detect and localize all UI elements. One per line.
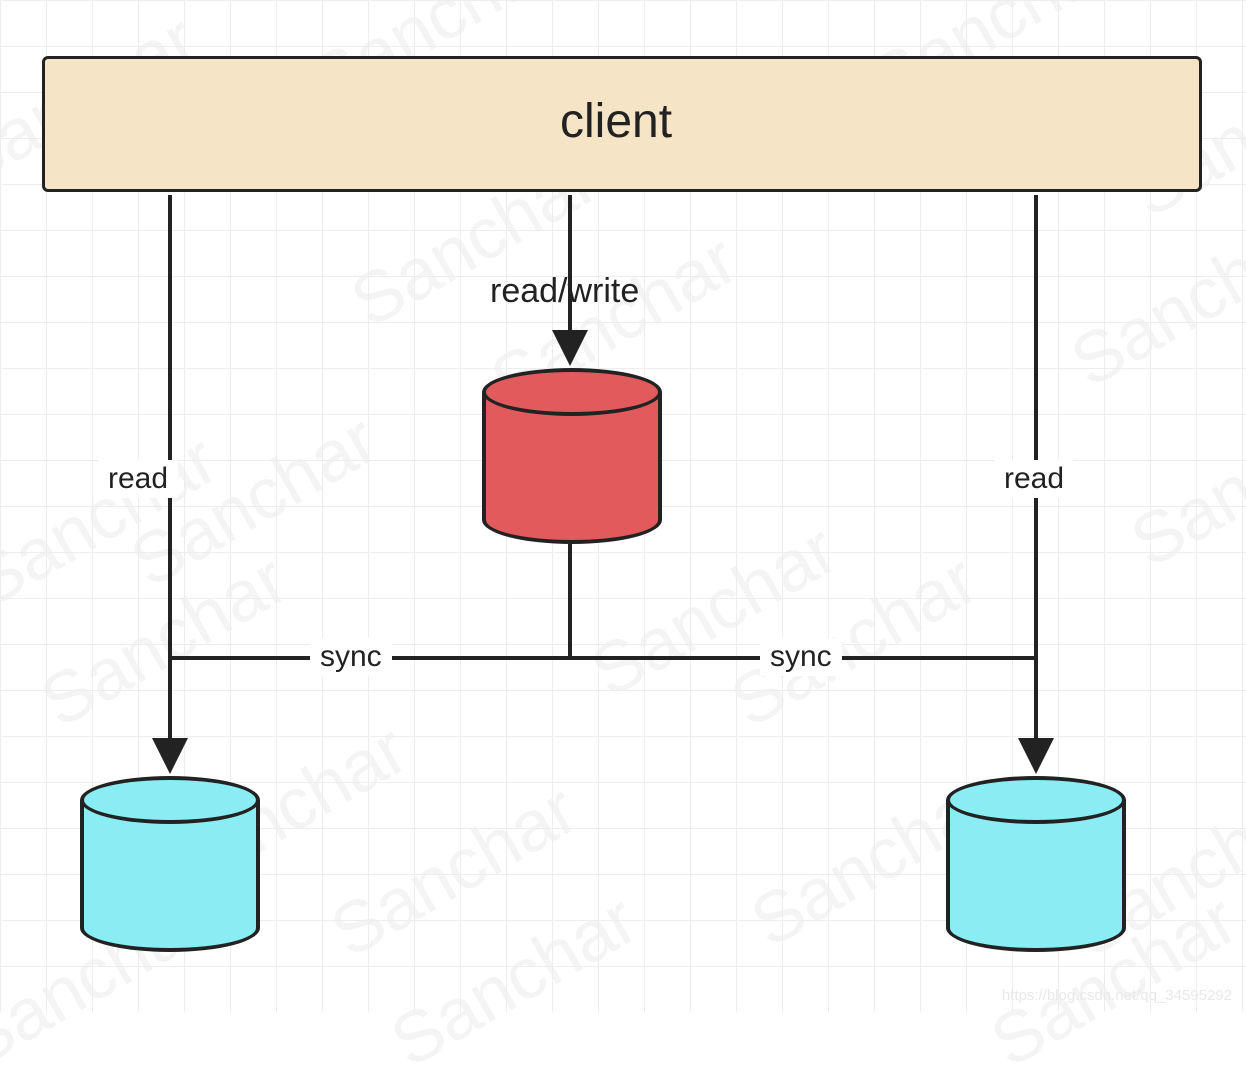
edge-label-sync-left: sync bbox=[310, 638, 392, 676]
edge-label-readwrite: read/write bbox=[490, 272, 639, 311]
client-label: client bbox=[560, 94, 672, 149]
diagram-canvas: Sanchar Sanchar Sanchar Sanchar Sanchar … bbox=[0, 0, 1246, 1012]
edge-label-sync-right: sync bbox=[760, 638, 842, 676]
slave1-node bbox=[80, 776, 260, 952]
edge-label-read-right: read bbox=[994, 460, 1074, 498]
slave2-node bbox=[946, 776, 1126, 952]
edge-label-read-left: read bbox=[98, 460, 178, 498]
master-node bbox=[482, 368, 662, 544]
